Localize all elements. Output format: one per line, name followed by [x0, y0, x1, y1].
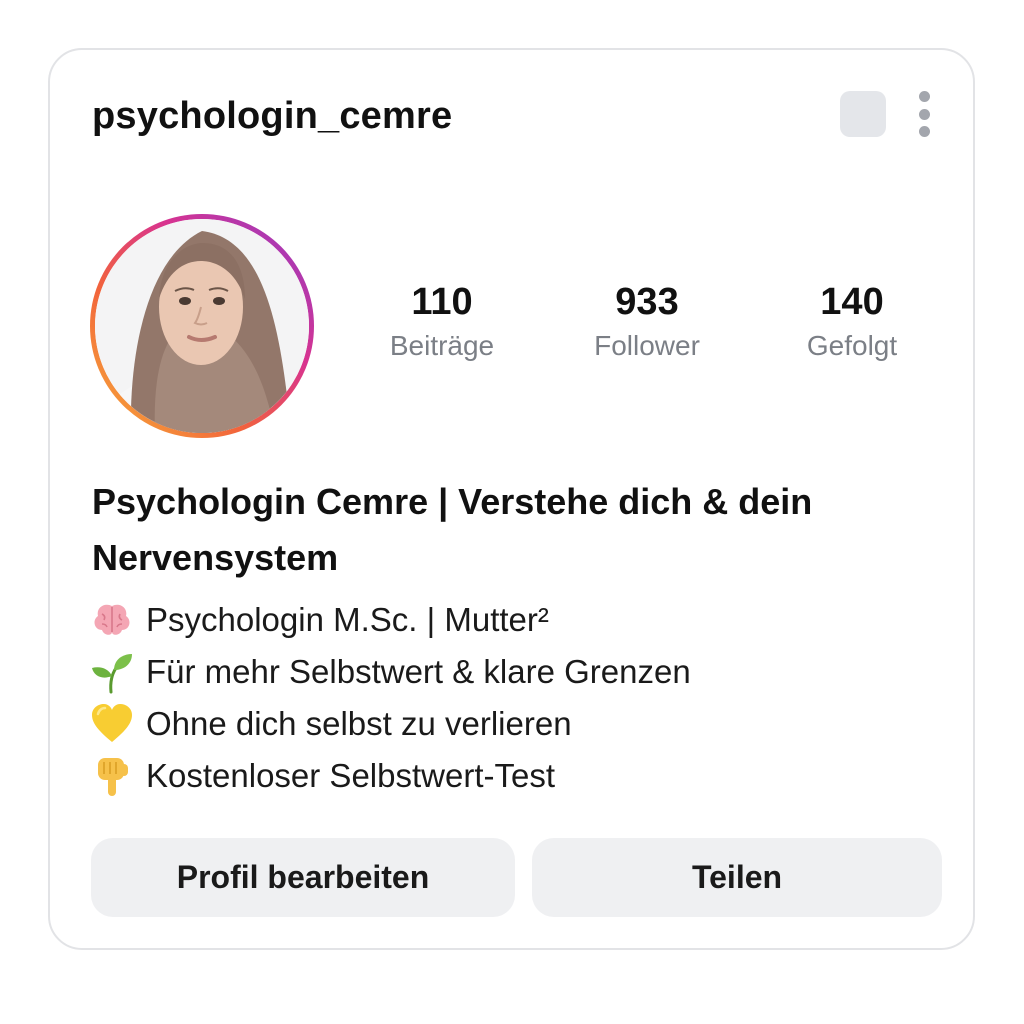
dot: [918, 108, 930, 120]
following-count: 140: [820, 281, 884, 323]
bio-text: Für mehr Selbstwert & klare Grenzen: [146, 653, 691, 690]
dot: [918, 126, 930, 137]
yellow-heart-icon: [90, 702, 134, 746]
posts-label: Beiträge: [389, 330, 495, 361]
following-label: Gefolgt: [806, 330, 898, 361]
followers-label: Follower: [594, 330, 700, 361]
avatar: [95, 219, 309, 433]
avatar-portrait: [95, 219, 309, 433]
posts-count: 110: [411, 281, 473, 323]
stat-posts[interactable]: 110 Beiträge: [342, 280, 542, 366]
share-button[interactable]: Teilen: [532, 838, 942, 917]
more-options-icon[interactable]: [912, 88, 936, 140]
bio-line: Kostenloser Selbstwert-Test: [90, 750, 555, 802]
edit-profile-button[interactable]: Profil bearbeiten: [91, 838, 515, 917]
avatar-story-ring[interactable]: [90, 214, 314, 438]
dot: [918, 91, 930, 102]
bio-line: Ohne dich selbst zu verlieren: [90, 698, 572, 750]
bio-text: Kostenloser Selbstwert-Test: [146, 757, 556, 794]
followers-count: 933: [615, 281, 679, 323]
bio-text: Ohne dich selbst zu verlieren: [146, 705, 572, 742]
bio-line: Psychologin M.Sc. | Mutter²: [90, 594, 549, 646]
square-icon[interactable]: [840, 91, 886, 137]
seedling-icon: [90, 650, 134, 694]
bio-text: Psychologin M.Sc. | Mutter²: [146, 601, 549, 638]
stat-followers[interactable]: 933 Follower: [547, 280, 747, 366]
stat-following[interactable]: 140 Gefolgt: [752, 280, 952, 366]
profile-name: Psychologin Cemre | Verstehe dich & dein…: [92, 481, 813, 578]
brain-icon: [90, 598, 134, 642]
profile-card: psychologin_cemre 110 Beiträge 933 Follo…: [48, 48, 975, 950]
pointing-down-icon: [90, 754, 134, 798]
bio-line: Für mehr Selbstwert & klare Grenzen: [90, 646, 691, 698]
username: psychologin_cemre: [92, 95, 453, 137]
